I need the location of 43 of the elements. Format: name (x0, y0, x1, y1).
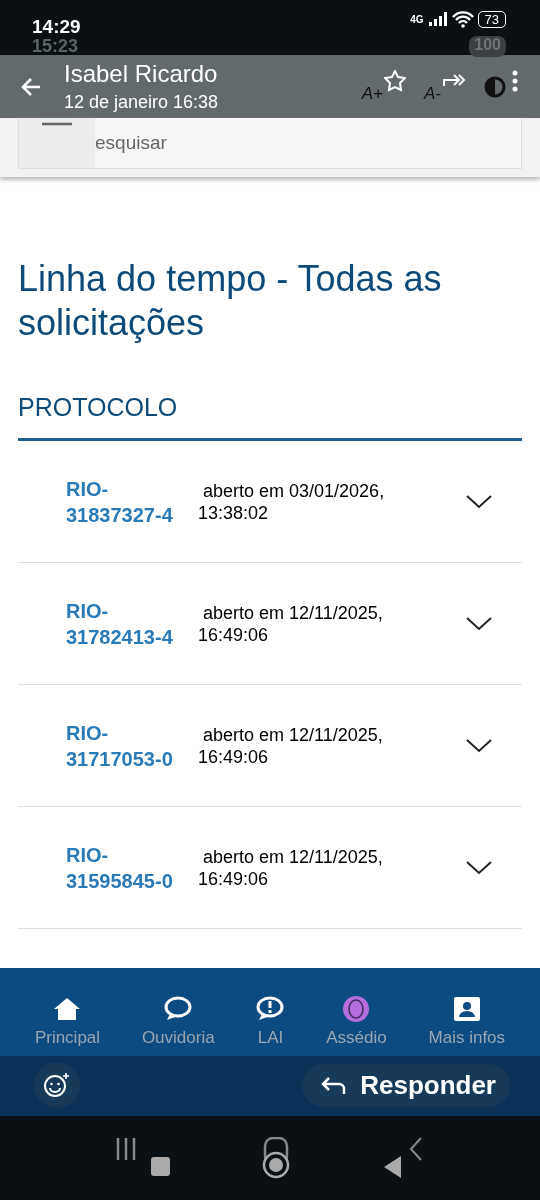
opened-date: aberto em 12/11/2025, 16:49:06 (198, 601, 384, 646)
chevron-down-icon[interactable] (466, 494, 492, 509)
chevron-down-icon[interactable] (466, 738, 492, 753)
contact-card-icon (452, 996, 481, 1022)
home-icon[interactable] (260, 1137, 292, 1179)
reply-arrow-icon (320, 1074, 347, 1096)
sender-name: Isabel Ricardo (64, 60, 219, 88)
menu-icon[interactable] (512, 69, 518, 92)
speech-bubble-icon (164, 996, 193, 1022)
chevron-down-icon[interactable] (466, 616, 492, 631)
network-type: 4G (410, 13, 424, 25)
add-reaction-button[interactable] (34, 1062, 80, 1108)
battery-level: 73 (477, 10, 506, 28)
protocol-link[interactable]: RIO-31595845-0 (66, 841, 198, 894)
nav-tab[interactable]: LAI (256, 996, 285, 1048)
star-icon[interactable] (384, 69, 406, 92)
alert-bubble-icon (256, 996, 285, 1022)
font-increase-button[interactable]: A+ (361, 83, 383, 104)
font-decrease-button[interactable]: A- (424, 83, 441, 104)
smiley-plus-icon (44, 1073, 70, 1097)
opened-date: aberto em 12/11/2025, 16:49:06 (198, 845, 384, 890)
recent-apps-icon[interactable] (114, 1138, 171, 1178)
contrast-icon[interactable] (484, 75, 506, 98)
nav-tab[interactable]: Assédio (326, 996, 387, 1048)
nav-tab[interactable]: Principal (34, 996, 101, 1048)
message-date: 12 de janeiro 16:38 (64, 92, 220, 113)
nav-tab[interactable]: Ouvidoria (141, 996, 215, 1048)
section-heading: PROTOCOLO (18, 393, 522, 441)
protocol-link[interactable]: RIO-31717053-0 (66, 719, 198, 772)
protocol-link[interactable]: RIO-31837327-4 (66, 475, 198, 528)
opened-date: aberto em 12/11/2025, 16:49:06 (198, 723, 384, 768)
reply-button[interactable]: Responder (302, 1063, 510, 1107)
home-icon (53, 996, 82, 1022)
opened-date: aberto em 03/01/2026, 13:38:02 (198, 479, 386, 524)
wifi-icon (451, 10, 474, 28)
page-title: Linha do tempo - Todas as solicitações (18, 257, 443, 345)
nav-tab[interactable]: Mais infos (428, 996, 506, 1048)
chevron-down-icon[interactable] (466, 860, 492, 875)
clock-time: 14:29 (32, 15, 81, 38)
protocol-link[interactable]: RIO-31782413-4 (66, 597, 198, 650)
menu-icon[interactable] (42, 112, 72, 126)
background-clock-time: 15:23 (32, 36, 79, 57)
signal-icon (427, 11, 448, 27)
